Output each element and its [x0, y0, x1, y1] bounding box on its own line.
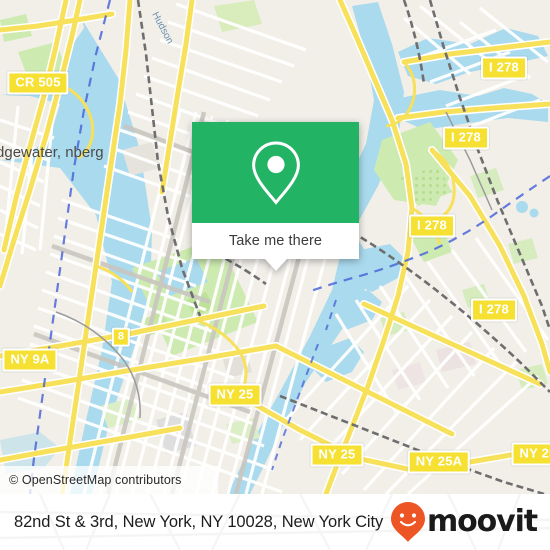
- location-address: 82nd St & 3rd, New York, NY 10028, New Y…: [14, 512, 384, 531]
- moovit-pin-smile-icon: [390, 502, 425, 542]
- attribution-text: © OpenStreetMap contributors: [9, 473, 182, 487]
- popup-icon-area: [192, 122, 359, 223]
- road-shield: NY 9A: [2, 348, 58, 372]
- road-shield: NY 25: [310, 443, 364, 467]
- road-shield: I 278: [481, 56, 527, 80]
- road-shield: I 278: [443, 126, 489, 150]
- popup-pointer: [264, 259, 287, 271]
- take-me-there-label: Take me there: [228, 233, 323, 249]
- place-label: Edgewater, nberg: [0, 144, 104, 161]
- road-shield: I 278: [471, 298, 517, 322]
- map-popup-card[interactable]: Take me there: [192, 122, 359, 271]
- popup-action-area[interactable]: Take me there: [192, 223, 359, 271]
- road-shield: NY 25A: [407, 450, 471, 474]
- road-shield: I 278: [409, 214, 455, 238]
- road-shield: NY 25: [511, 442, 550, 466]
- road-shield: CR 505: [7, 71, 69, 95]
- moovit-logo[interactable]: moovit: [390, 502, 538, 542]
- footer-bar: 82nd St & 3rd, New York, NY 10028, New Y…: [0, 494, 550, 550]
- moovit-wordmark: moovit: [426, 504, 538, 539]
- road-shield: 8: [111, 327, 131, 347]
- road-shield: NY 25: [208, 383, 262, 407]
- map-page: Hudson Edgewater, nberg CR 505I 278I 278…: [0, 0, 550, 550]
- map-pin-icon: [251, 140, 300, 205]
- osm-attribution[interactable]: © OpenStreetMap contributors: [0, 466, 218, 494]
